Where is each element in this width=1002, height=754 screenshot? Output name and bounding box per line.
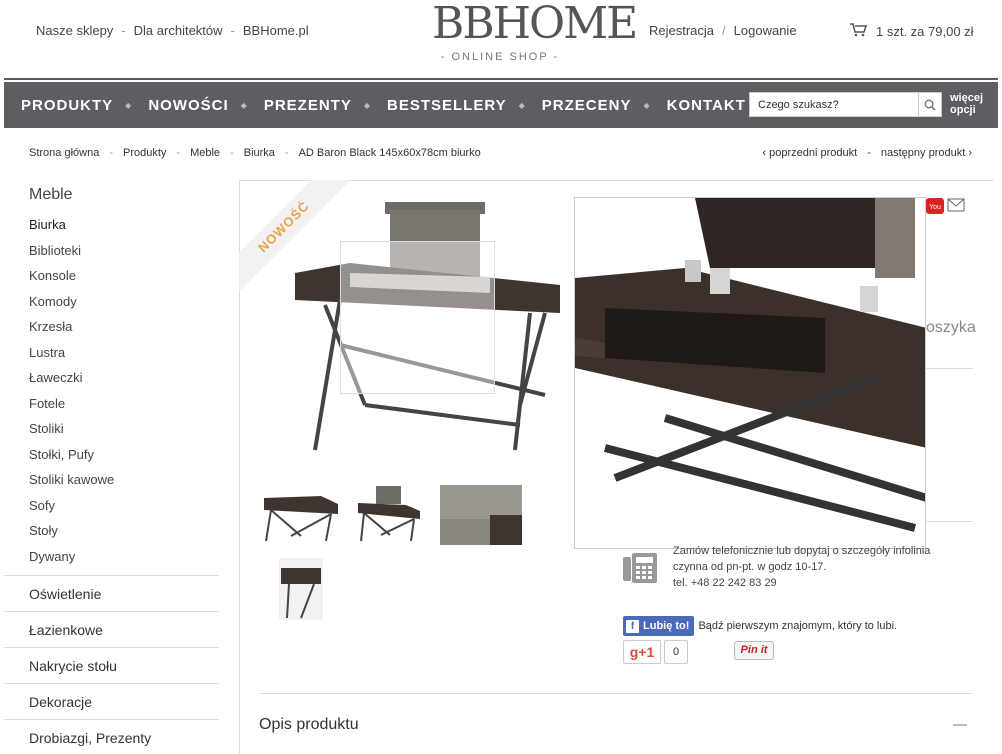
sidebar-heading[interactable]: Meble [4, 180, 219, 212]
sidebar-item-stoliki-kawowe[interactable]: Stoliki kawowe [4, 467, 219, 493]
nav-prezenty[interactable]: PREZENTY [247, 97, 352, 114]
thumbnail-1[interactable] [260, 485, 342, 547]
crumb-produkty[interactable]: Produkty [123, 147, 166, 159]
top-bar: Nasze sklepy - Dla architektów - BBHome.… [0, 0, 1002, 78]
separator: - [867, 147, 871, 159]
logo-main: BBHOME [432, 0, 638, 49]
sidebar-category-oswietlenie[interactable]: Oświetlenie [4, 575, 219, 611]
product-pager: ‹ poprzedni produkt - następny produkt › [762, 147, 972, 159]
sidebar-item-fotele[interactable]: Fotele [4, 391, 219, 417]
facebook-like-label: Lubię to! [643, 620, 690, 632]
divider [926, 521, 973, 522]
sidebar-item-konsole[interactable]: Konsole [4, 263, 219, 289]
crumb-meble[interactable]: Meble [190, 147, 220, 159]
cart-summary: 1 szt. za 79,00 zł [876, 24, 974, 39]
facebook-icon: f [626, 619, 639, 633]
social-icons: You [926, 198, 965, 219]
link-bbhome[interactable]: BBHome.pl [243, 23, 309, 38]
contact-line1: Zamów telefonicznie lub dopytaj o szczeg… [673, 545, 931, 557]
sidebar-category-lazienkowe[interactable]: Łazienkowe [4, 611, 219, 647]
sidebar-item-laweczki[interactable]: Ławeczki [4, 365, 219, 391]
logo-sub: - ONLINE SHOP - [440, 51, 560, 63]
google-plus: g+1 0 [623, 640, 688, 664]
link-dla-architektow[interactable]: Dla architektów [134, 23, 223, 38]
account-links: Rejestracja / Logowanie [649, 23, 797, 38]
search-input[interactable] [750, 93, 918, 116]
separator: - [176, 147, 181, 159]
link-nasze-sklepy[interactable]: Nasze sklepy [36, 23, 113, 38]
youtube-icon[interactable]: You [926, 198, 944, 219]
mail-icon[interactable] [947, 198, 965, 219]
nav-bestsellery[interactable]: BESTSELLERY [370, 97, 507, 114]
sidebar-category-drobiazgi[interactable]: Drobiazgi, Prezenty [4, 719, 219, 754]
nav-przeceny[interactable]: PRZECENY [525, 97, 632, 114]
sidebar-item-stoly[interactable]: Stoły [4, 518, 219, 544]
zoom-lens[interactable] [340, 241, 495, 394]
sidebar-item-komody[interactable]: Komody [4, 289, 219, 315]
sidebar-subitems: Biurka Biblioteki Konsole Komody Krzesła… [4, 212, 219, 569]
nav-nowosci[interactable]: NOWOŚCI [131, 97, 228, 114]
sidebar-item-krzesla[interactable]: Krzesła [4, 314, 219, 340]
cart-link[interactable]: 1 szt. za 79,00 zł [850, 23, 974, 40]
crumb-home[interactable]: Strona główna [29, 147, 99, 159]
sidebar-item-stoliki[interactable]: Stoliki [4, 416, 219, 442]
login-link[interactable]: Logowanie [734, 23, 797, 38]
description-heading[interactable]: Opis produktu [259, 716, 359, 734]
contact-info: Zamów telefonicznie lub dopytaj o szczeg… [673, 543, 973, 591]
divider [926, 368, 973, 369]
separator: - [121, 23, 126, 38]
next-product-link[interactable]: następny produkt › [881, 147, 972, 159]
contact-phone[interactable]: tel. +48 22 242 83 29 [673, 575, 973, 591]
thumbnail-4[interactable] [278, 557, 324, 621]
main-nav: PRODUKTY ◆ NOWOŚCI ◆ PREZENTY ◆ BESTSELLERY… [4, 82, 998, 128]
site-logo[interactable]: BBHOME - ONLINE SHOP - [432, 0, 638, 63]
facebook-like-button[interactable]: f Lubię to! [623, 616, 695, 636]
sidebar-item-biurka[interactable]: Biurka [4, 212, 219, 238]
sidebar-item-dywany[interactable]: Dywany [4, 544, 219, 570]
divider [259, 693, 973, 694]
sidebar-item-biblioteki[interactable]: Biblioteki [4, 238, 219, 264]
search-box [749, 92, 942, 117]
category-sidebar: Meble Biurka Biblioteki Konsole Komody K… [4, 180, 219, 754]
more-line2: opcji [950, 104, 976, 116]
pinterest-button[interactable]: Pin it [734, 641, 774, 660]
sidebar-category-nakrycie-stolu[interactable]: Nakrycie stołu [4, 647, 219, 683]
collapse-icon[interactable] [953, 724, 967, 726]
thumbnail-2[interactable] [355, 482, 423, 546]
search-icon[interactable] [918, 93, 941, 116]
sidebar-item-sofy[interactable]: Sofy [4, 493, 219, 519]
facebook-like-text: Bądź pierwszym znajomym, który to lubi. [698, 620, 898, 632]
crumb-biurka[interactable]: Biurka [244, 147, 275, 159]
sidebar-item-lustra[interactable]: Lustra [4, 340, 219, 366]
more-line1: więcej [950, 92, 984, 104]
facebook-like: f Lubię to! Bądź pierwszym znajomym, któ… [623, 616, 897, 636]
cart-icon [850, 23, 868, 40]
zoom-preview [574, 197, 926, 549]
add-to-cart-fragment[interactable]: oszyka [926, 319, 976, 337]
nav-produkty[interactable]: PRODUKTY [4, 97, 113, 114]
breadcrumb: Strona główna - Produkty - Meble - Biurk… [29, 147, 481, 159]
separator: - [230, 23, 235, 38]
separator: - [284, 147, 289, 159]
google-plus-count: 0 [664, 640, 688, 664]
register-link[interactable]: Rejestracja [649, 23, 714, 38]
nav-kontakt[interactable]: KONTAKT [650, 97, 746, 114]
separator: - [109, 147, 113, 159]
top-links: Nasze sklepy - Dla architektów - BBHome.… [36, 23, 309, 38]
thumbnail-3[interactable] [439, 484, 523, 546]
crumb-current: AD Baron Black 145x60x78cm biurko [298, 147, 481, 159]
nav-border [4, 78, 998, 80]
phone-icon [623, 553, 657, 588]
separator: - [230, 147, 234, 159]
svg-text:You: You [929, 204, 941, 211]
separator: / [722, 23, 726, 38]
prev-product-link[interactable]: ‹ poprzedni produkt [762, 147, 857, 159]
sidebar-category-dekoracje[interactable]: Dekoracje [4, 683, 219, 719]
google-plus-button[interactable]: g+1 [623, 640, 661, 664]
contact-line2: czynna od pn-pt. w godz 10-17. [673, 561, 827, 573]
more-options-link[interactable]: więcej opcji [950, 92, 983, 116]
sidebar-item-stolki-pufy[interactable]: Stołki, Pufy [4, 442, 219, 468]
